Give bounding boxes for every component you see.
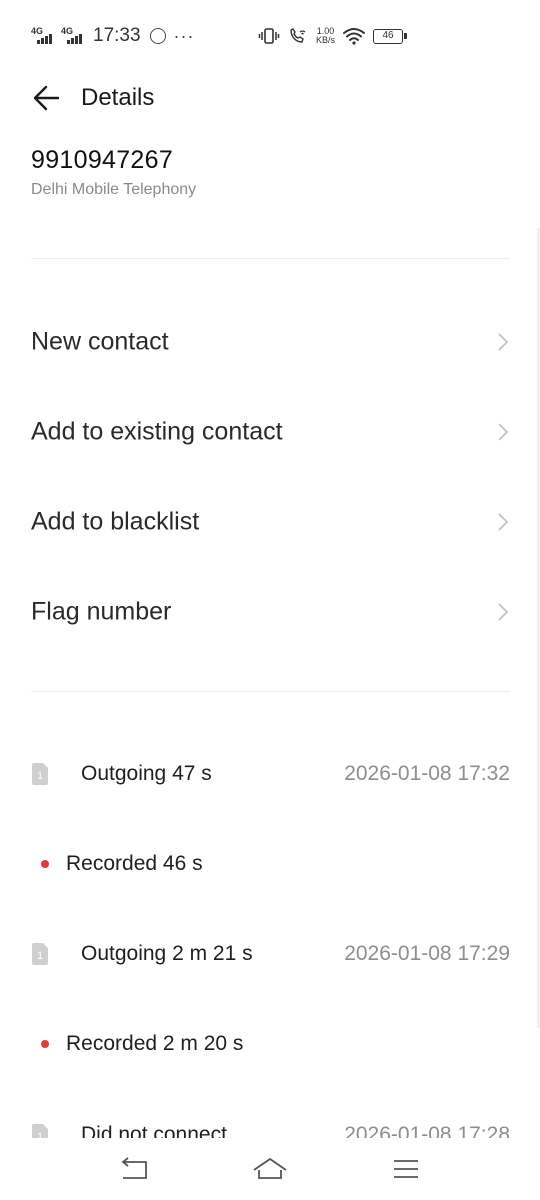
call-log-clip: 1 Did not connect 2026-01-08 17:28 (0, 1105, 540, 1138)
signal-icon: 4G (31, 26, 55, 46)
battery-level: 46 (382, 29, 394, 41)
call-timestamp: 2026-01-08 17:28 (344, 1123, 510, 1138)
more-notifications-icon: ··· (173, 26, 195, 46)
sim-slot-number: 1 (37, 770, 43, 782)
home-nav-button[interactable] (250, 1152, 290, 1186)
recording-label: Recorded 2 m 20 s (66, 1032, 244, 1055)
chevron-right-icon (498, 603, 509, 621)
call-timestamp: 2026-01-08 17:29 (344, 942, 510, 965)
recording-row[interactable]: Recorded 46 s (0, 834, 540, 894)
call-log-row[interactable]: 1 Did not connect 2026-01-08 17:28 (0, 1105, 540, 1138)
sim-card-icon: 1 (32, 1124, 48, 1138)
wifi-calling-icon (290, 28, 306, 43)
chevron-right-icon (498, 423, 509, 441)
sim-slot-number: 1 (37, 950, 43, 962)
carrier-label: Delhi Mobile Telephony (31, 181, 197, 198)
page-title: Details (81, 84, 155, 111)
call-type: Did not connect (81, 1123, 227, 1138)
navigation-bar (0, 1138, 540, 1200)
sim-card-icon: 1 (32, 943, 48, 965)
battery-icon: 46 (373, 28, 408, 44)
recording-label: Recorded 46 s (66, 852, 203, 875)
back-button[interactable] (28, 80, 68, 116)
divider (31, 691, 510, 692)
call-log-row[interactable]: 1 Outgoing 47 s 2026-01-08 17:32 (0, 744, 540, 804)
vibrate-icon (258, 28, 280, 44)
app-header: Details (0, 70, 540, 130)
caller-info: 9910947267 Delhi Mobile Telephony (31, 146, 196, 199)
whatsapp-icon (149, 28, 166, 44)
menu-item-label: Add to existing contact (31, 417, 283, 446)
sim-slot-number: 1 (37, 1131, 43, 1138)
menu-item-label: New contact (31, 327, 169, 356)
recents-nav-button[interactable] (386, 1152, 426, 1186)
return-icon (121, 1157, 147, 1179)
network-speed: 1.00 KB/s (316, 27, 335, 45)
phone-number: 9910947267 (31, 146, 174, 174)
chevron-right-icon (498, 513, 509, 531)
back-arrow-icon (33, 85, 60, 111)
status-time: 17:33 (93, 25, 141, 46)
divider (31, 258, 510, 259)
status-bar: 4G 4G 17:33 ··· 1.00 KB/s 46 (0, 0, 540, 70)
recording-dot-icon (41, 1040, 49, 1048)
network-speed-unit: KB/s (316, 35, 336, 45)
signal-icon: 4G (61, 26, 85, 46)
menu-item-label: Add to blacklist (31, 507, 200, 536)
chevron-right-icon (498, 333, 509, 351)
back-nav-button[interactable] (114, 1152, 154, 1186)
menu-item-label: Flag number (31, 597, 172, 626)
call-type: Outgoing 2 m 21 s (81, 942, 253, 965)
add-to-existing-contact-item[interactable]: Add to existing contact (0, 392, 540, 472)
call-type: Outgoing 47 s (81, 762, 212, 785)
add-to-blacklist-item[interactable]: Add to blacklist (0, 482, 540, 562)
menu-icon (394, 1160, 418, 1178)
recording-dot-icon (41, 860, 49, 868)
call-log-row[interactable]: 1 Outgoing 2 m 21 s 2026-01-08 17:29 (0, 924, 540, 984)
new-contact-item[interactable]: New contact (0, 302, 540, 382)
flag-number-item[interactable]: Flag number (0, 572, 540, 652)
sim-card-icon: 1 (32, 763, 48, 785)
recording-row[interactable]: Recorded 2 m 20 s (0, 1014, 540, 1074)
home-icon (253, 1157, 287, 1179)
call-timestamp: 2026-01-08 17:32 (344, 762, 510, 785)
wifi-icon (343, 28, 366, 45)
